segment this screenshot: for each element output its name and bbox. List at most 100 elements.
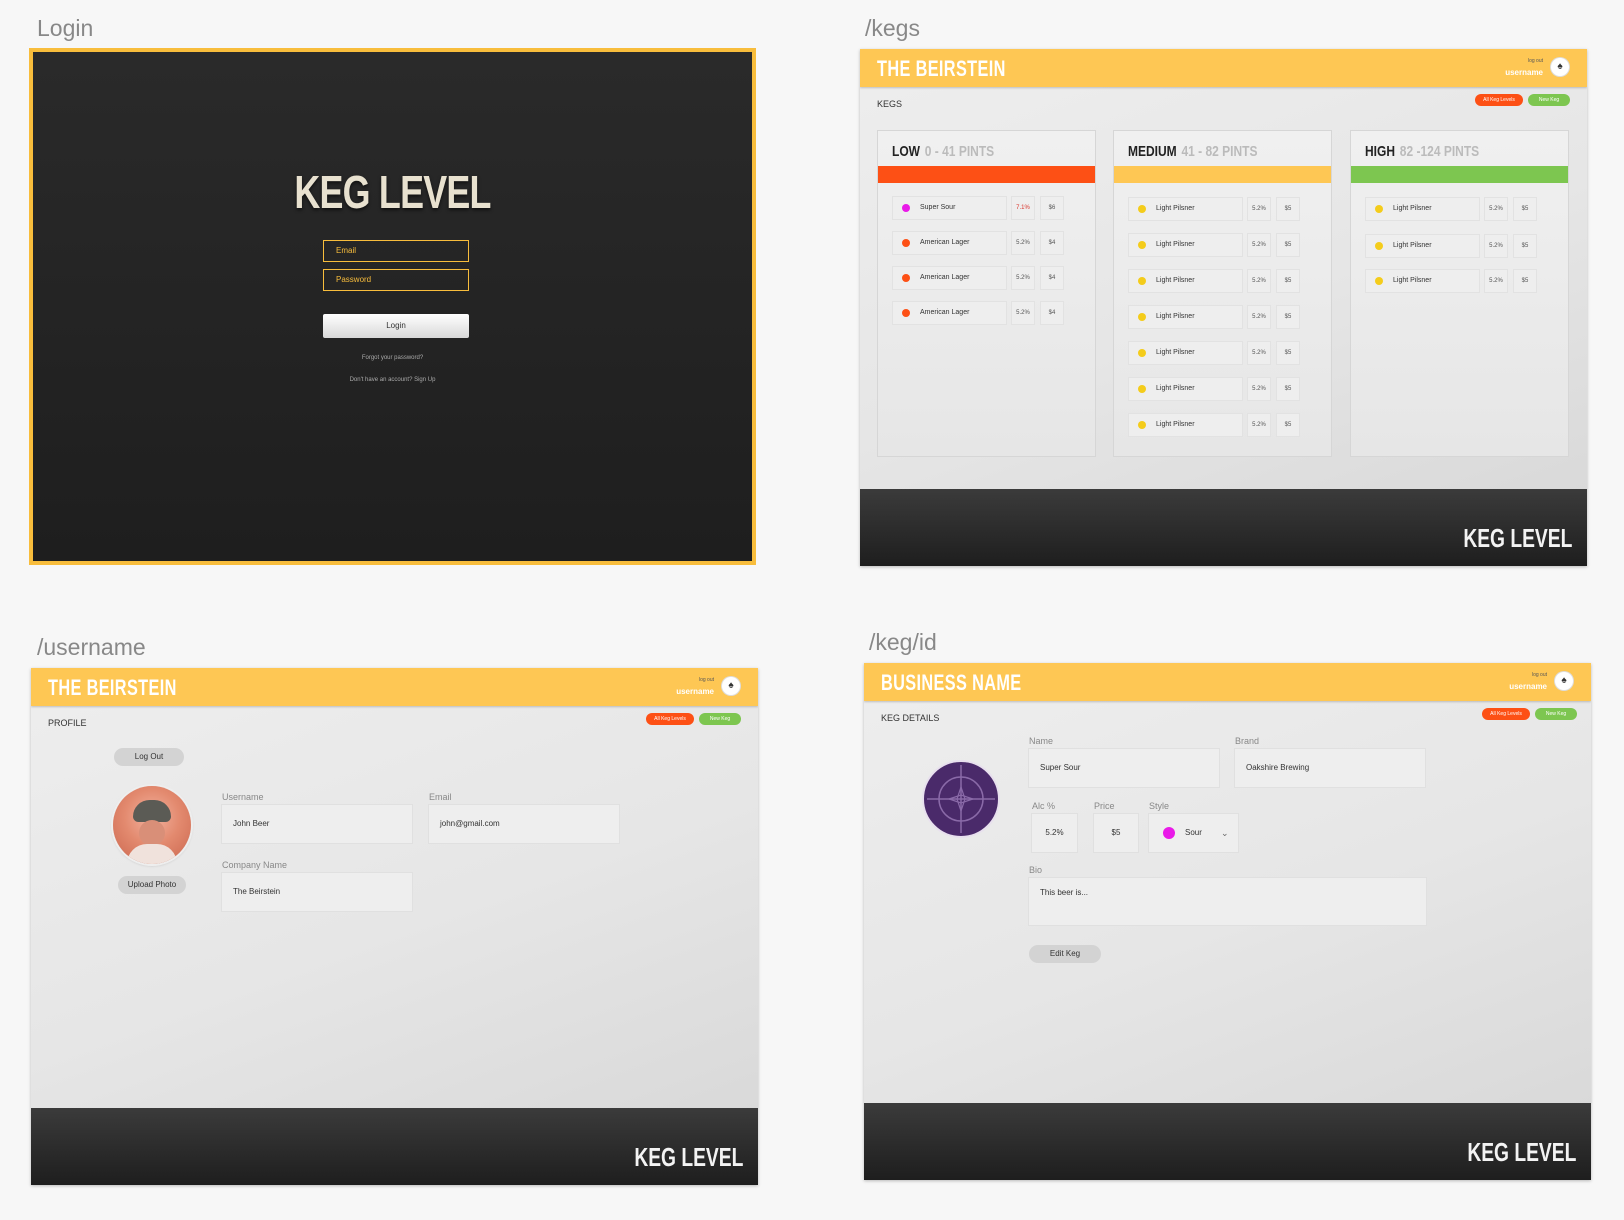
new-keg-button[interactable]: New Keg bbox=[1535, 708, 1577, 720]
keg-price: $5 bbox=[1277, 414, 1299, 436]
login-brand-logo: KEG LEVEL bbox=[294, 166, 491, 218]
business-name: THE BEIRSTEIN bbox=[48, 675, 177, 700]
password-field[interactable]: Password bbox=[323, 269, 469, 291]
keg-logo-icon bbox=[922, 760, 1000, 838]
profile-photo bbox=[113, 786, 191, 864]
company-name-field[interactable]: The Beirstein bbox=[222, 873, 412, 911]
keg-price: $4 bbox=[1041, 267, 1063, 289]
username-link[interactable]: username bbox=[1509, 682, 1547, 691]
login-button[interactable]: Login bbox=[323, 314, 469, 338]
keg-style-dot bbox=[902, 204, 910, 212]
page-title: PROFILE bbox=[48, 718, 87, 728]
price-label: Price bbox=[1094, 801, 1115, 811]
keg-abv: 5.2% bbox=[1012, 267, 1034, 289]
keg-style-dot bbox=[902, 309, 910, 317]
style-select[interactable]: Sour ⌄ bbox=[1149, 814, 1238, 852]
all-keg-levels-button[interactable]: All Keg Levels bbox=[1475, 94, 1523, 106]
keg-style-dot bbox=[1138, 313, 1146, 321]
keg-style-dot bbox=[1375, 277, 1383, 285]
brand-label: Brand bbox=[1235, 736, 1260, 746]
topbar: THE BEIRSTEIN log out username ♠ bbox=[860, 49, 1587, 87]
username-field[interactable]: John Beer bbox=[222, 805, 412, 843]
logout-link[interactable]: log out bbox=[1528, 58, 1543, 64]
keg-column-title: LOW 0 - 41 PINTS bbox=[892, 143, 994, 160]
logout-button[interactable]: Log Out bbox=[114, 748, 184, 766]
email-label: Email bbox=[429, 792, 452, 802]
footer-logo: KEG LEVEL bbox=[1462, 523, 1572, 553]
alc-field[interactable]: 5.2% bbox=[1032, 814, 1077, 852]
footer-logo: KEG LEVEL bbox=[633, 1142, 743, 1172]
style-label: Style bbox=[1149, 801, 1170, 811]
column-range: 0 - 41 PINTS bbox=[924, 143, 995, 160]
frame-title-kegs: /kegs bbox=[865, 15, 920, 41]
new-keg-button[interactable]: New Keg bbox=[1528, 94, 1570, 106]
keg-price: $5 bbox=[1277, 234, 1299, 256]
signup-link[interactable]: Don't have an account? Sign Up bbox=[33, 377, 752, 383]
keg-abv: 5.2% bbox=[1012, 232, 1034, 254]
keg-abv: 5.2% bbox=[1248, 270, 1270, 292]
keg-style-dot bbox=[1138, 277, 1146, 285]
column-range: 82 -124 PINTS bbox=[1399, 143, 1480, 160]
page-title: KEGS bbox=[877, 99, 903, 109]
keg-abv: 5.2% bbox=[1248, 234, 1270, 256]
keg-price: $4 bbox=[1041, 302, 1063, 324]
keg-style-dot bbox=[1138, 241, 1146, 249]
keg-column-1: MEDIUM 41 - 82 PINTS Light Pilsner 5.2% $5 Li… bbox=[1113, 130, 1332, 457]
topbar: THE BEIRSTEIN log out username ♠ bbox=[31, 668, 758, 706]
email-field[interactable]: Email bbox=[323, 240, 469, 262]
keg-level-bar bbox=[1351, 166, 1568, 183]
edit-keg-button[interactable]: Edit Keg bbox=[1029, 945, 1101, 963]
bio-field[interactable]: This beer is... bbox=[1029, 878, 1426, 925]
forgot-password-link[interactable]: Forgot your password? bbox=[33, 355, 752, 361]
username-link[interactable]: username bbox=[1505, 68, 1543, 77]
column-level: MEDIUM bbox=[1128, 143, 1177, 160]
keg-column-title: MEDIUM 41 - 82 PINTS bbox=[1128, 143, 1258, 160]
upload-photo-button[interactable]: Upload Photo bbox=[118, 876, 186, 894]
column-level: LOW bbox=[892, 143, 920, 160]
profile-frame: THE BEIRSTEIN log out username ♠ PROFILE… bbox=[31, 668, 758, 1185]
footer: KEG LEVEL bbox=[860, 489, 1587, 566]
avatar[interactable]: ♠ bbox=[1555, 672, 1573, 690]
keg-column-title: HIGH 82 -124 PINTS bbox=[1365, 143, 1479, 160]
keg-style-dot bbox=[1375, 242, 1383, 250]
keg-abv: 5.2% bbox=[1485, 198, 1507, 220]
keg-price: $5 bbox=[1514, 198, 1536, 220]
all-keg-levels-button[interactable]: All Keg Levels bbox=[646, 713, 694, 725]
keg-style-dot bbox=[1138, 349, 1146, 357]
frame-title-username: /username bbox=[37, 634, 146, 660]
login-frame: KEG LEVEL Email Password Login Forgot yo… bbox=[29, 48, 756, 565]
username-link[interactable]: username bbox=[676, 687, 714, 696]
chevron-down-icon: ⌄ bbox=[1221, 828, 1229, 838]
keg-abv: 5.2% bbox=[1248, 198, 1270, 220]
keg-abv: 5.2% bbox=[1485, 235, 1507, 257]
brand-field[interactable]: Oakshire Brewing bbox=[1235, 749, 1425, 787]
topbar: BUSINESS NAME log out username ♠ bbox=[864, 663, 1591, 701]
keg-level-bar bbox=[878, 166, 1095, 183]
name-field[interactable]: Super Sour bbox=[1029, 749, 1219, 787]
keg-abv: 5.2% bbox=[1485, 270, 1507, 292]
email-field[interactable]: john@gmail.com bbox=[429, 805, 619, 843]
keg-style-dot bbox=[902, 274, 910, 282]
avatar[interactable]: ♠ bbox=[1551, 58, 1569, 76]
page-title: KEG DETAILS bbox=[881, 713, 940, 723]
keg-abv: 7.1% bbox=[1012, 197, 1034, 219]
logout-link[interactable]: log out bbox=[1532, 672, 1547, 678]
keg-abv: 5.2% bbox=[1248, 414, 1270, 436]
keg-abv: 5.2% bbox=[1248, 306, 1270, 328]
all-keg-levels-button[interactable]: All Keg Levels bbox=[1482, 708, 1530, 720]
keg-price: $6 bbox=[1041, 197, 1063, 219]
keg-price: $5 bbox=[1277, 270, 1299, 292]
keg-details-frame: BUSINESS NAME log out username ♠ KEG DET… bbox=[864, 663, 1591, 1180]
new-keg-button[interactable]: New Keg bbox=[699, 713, 741, 725]
keg-column-0: LOW 0 - 41 PINTS Super Sour 7.1% $6 American … bbox=[877, 130, 1096, 457]
keg-price: $5 bbox=[1277, 378, 1299, 400]
keg-abv: 5.2% bbox=[1248, 378, 1270, 400]
style-value: Sour bbox=[1185, 828, 1202, 837]
price-field[interactable]: $5 bbox=[1094, 814, 1138, 852]
logout-link[interactable]: log out bbox=[699, 677, 714, 683]
bio-label: Bio bbox=[1029, 865, 1043, 875]
avatar[interactable]: ♠ bbox=[722, 677, 740, 695]
business-name: THE BEIRSTEIN bbox=[877, 56, 1006, 81]
kegs-frame: THE BEIRSTEIN log out username ♠ KEGS Al… bbox=[860, 49, 1587, 566]
frame-title-login: Login bbox=[37, 15, 94, 41]
